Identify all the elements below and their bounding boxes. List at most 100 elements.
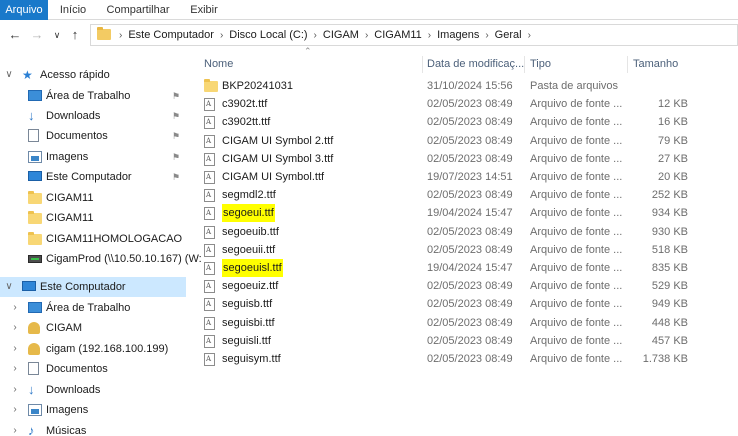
nav-item[interactable]: › cigam (192.168.100.199) xyxy=(0,339,186,359)
file-type: Arquivo de fonte ... xyxy=(530,317,623,329)
file-row[interactable]: CIGAM UI Symbol 2.ttf 02/05/2023 08:49 Arq… xyxy=(196,132,738,150)
chevron-right-icon[interactable]: › xyxy=(10,421,20,436)
file-row[interactable]: segmdl2.ttf 02/05/2023 08:49 Arquivo de fo… xyxy=(196,186,738,204)
address-bar[interactable]: › Este Computador › Disco Local (C:) › CIGAM ›… xyxy=(90,24,738,46)
nav-item-label: Downloads xyxy=(46,384,101,396)
file-row[interactable]: segoeuii.ttf 02/05/2023 08:49 Arquivo de f… xyxy=(196,241,738,259)
chevron-right-icon[interactable]: › xyxy=(10,339,20,359)
file-row[interactable]: seguisym.ttf 02/05/2023 08:49 Arquivo de f… xyxy=(196,350,738,368)
desktop-icon xyxy=(28,302,42,313)
file-type: Arquivo de fonte ... xyxy=(530,262,623,274)
column-divider[interactable] xyxy=(627,56,628,73)
file-type: Arquivo de fonte ... xyxy=(530,280,623,292)
file-date: 19/04/2024 15:47 xyxy=(427,207,513,219)
font-file-icon xyxy=(204,244,215,257)
chevron-right-icon[interactable]: › xyxy=(359,30,374,41)
file-date: 02/05/2023 08:49 xyxy=(427,98,513,110)
file-size: 20 KB xyxy=(658,171,688,183)
file-date: 02/05/2023 08:49 xyxy=(427,353,513,365)
nav-item[interactable]: › Imagens xyxy=(0,400,186,420)
nav-item[interactable]: ∨ Este Computador xyxy=(0,277,186,297)
file-row[interactable]: segoeui.ttf 19/04/2024 15:47 Arquivo de fo… xyxy=(196,204,738,222)
up-button[interactable]: ↑ xyxy=(66,24,84,46)
nav-item[interactable]: Documentos ⚑ xyxy=(0,126,186,146)
arrow-up-icon: ↑ xyxy=(71,27,79,42)
file-row[interactable]: c3902t.ttf 02/05/2023 08:49 Arquivo de fon… xyxy=(196,95,738,113)
file-row[interactable]: BKP20241031 31/10/2024 15:56 Pasta de arqu… xyxy=(196,77,738,95)
chevron-right-icon[interactable]: › xyxy=(214,30,229,41)
column-header-type[interactable]: Tipo xyxy=(530,56,551,73)
recent-locations-button[interactable]: ∨ xyxy=(48,24,66,46)
nav-item[interactable]: › ↓ Downloads xyxy=(0,380,186,400)
nav-item[interactable]: › CIGAM xyxy=(0,318,186,338)
chevron-right-icon[interactable]: › xyxy=(10,359,20,379)
file-name: segoeuib.ttf xyxy=(222,226,279,238)
file-name: segoeuii.ttf xyxy=(222,244,276,256)
chevron-right-icon[interactable]: › xyxy=(10,400,20,420)
tab-exibir[interactable]: Exibir xyxy=(182,0,226,20)
nav-item[interactable]: › Documentos xyxy=(0,359,186,379)
file-size: 518 KB xyxy=(651,244,688,256)
file-date: 02/05/2023 08:49 xyxy=(427,226,513,238)
chevron-down-icon[interactable]: ∨ xyxy=(4,277,14,297)
file-size: 12 KB xyxy=(658,98,688,110)
chevron-right-icon[interactable]: › xyxy=(308,30,323,41)
nav-item[interactable]: CIGAM11HOMOLOGACAO xyxy=(0,229,186,249)
breadcrumb-item[interactable]: CIGAM xyxy=(323,29,359,41)
chevron-right-icon[interactable]: › xyxy=(10,318,20,338)
nav-item[interactable]: ∨ ★ Acesso rápido xyxy=(0,65,186,85)
chevron-right-icon[interactable]: › xyxy=(522,30,537,41)
forward-button[interactable]: → xyxy=(28,24,46,46)
nav-item[interactable]: Área de Trabalho ⚑ xyxy=(0,86,186,106)
breadcrumb-item[interactable]: Geral xyxy=(495,29,522,41)
chevron-right-icon[interactable]: › xyxy=(422,30,437,41)
back-button[interactable]: ← xyxy=(6,24,24,46)
column-divider[interactable] xyxy=(422,56,423,73)
file-row[interactable]: segoeuisl.ttf 19/04/2024 15:47 Arquivo de … xyxy=(196,259,738,277)
font-file-icon xyxy=(204,226,215,239)
network-drive-icon xyxy=(28,255,42,263)
nav-item[interactable]: CigamProd (\\10.50.10.167) (W: xyxy=(0,249,202,269)
breadcrumb-item[interactable]: Este Computador xyxy=(128,29,214,41)
file-row[interactable]: c3902tt.ttf 02/05/2023 08:49 Arquivo de fo… xyxy=(196,113,738,131)
chevron-right-icon[interactable]: › xyxy=(10,380,20,400)
nav-item-label: Este Computador xyxy=(40,281,126,293)
file-row[interactable]: seguisli.ttf 02/05/2023 08:49 Arquivo de f… xyxy=(196,332,738,350)
nav-item-label: Área de Trabalho xyxy=(46,302,131,314)
file-row[interactable]: CIGAM UI Symbol 3.ttf 02/05/2023 08:49 Arq… xyxy=(196,150,738,168)
chevron-right-icon[interactable]: › xyxy=(479,30,494,41)
column-divider[interactable] xyxy=(524,56,525,73)
nav-item[interactable]: › ♪ Músicas xyxy=(0,421,186,436)
breadcrumb-item[interactable]: CIGAM11 xyxy=(374,29,421,41)
breadcrumb-item[interactable]: Imagens xyxy=(437,29,479,41)
tab-arquivo[interactable]: Arquivo xyxy=(0,0,48,20)
nav-item-label: CIGAM11 xyxy=(46,192,94,204)
file-row[interactable]: seguisbi.ttf 02/05/2023 08:49 Arquivo de f… xyxy=(196,314,738,332)
chevron-right-icon[interactable]: › xyxy=(10,298,20,318)
nav-item[interactable]: › Área de Trabalho xyxy=(0,298,186,318)
font-file-icon xyxy=(204,171,215,184)
file-row[interactable]: seguisb.ttf 02/05/2023 08:49 Arquivo de fo… xyxy=(196,295,738,313)
pin-icon: ⚑ xyxy=(172,91,181,101)
file-row[interactable]: CIGAM UI Symbol.ttf 19/07/2023 14:51 Arqui… xyxy=(196,168,738,186)
nav-item[interactable]: ↓ Downloads ⚑ xyxy=(0,106,186,126)
column-header-name[interactable]: Nome xyxy=(204,56,233,73)
file-date: 02/05/2023 08:49 xyxy=(427,116,513,128)
column-header-date[interactable]: Data de modificaç... xyxy=(427,56,524,73)
nav-item[interactable]: CIGAM11 xyxy=(0,208,186,228)
nav-item[interactable]: CIGAM11 xyxy=(0,188,186,208)
file-size: 835 KB xyxy=(651,262,688,274)
file-row[interactable]: segoeuib.ttf 02/05/2023 08:49 Arquivo de f… xyxy=(196,223,738,241)
file-row[interactable]: segoeuiz.ttf 02/05/2023 08:49 Arquivo de f… xyxy=(196,277,738,295)
arrow-left-icon: ← xyxy=(8,27,22,42)
nav-item[interactable]: Este Computador ⚑ xyxy=(0,167,186,187)
tab-inicio[interactable]: Início xyxy=(52,0,94,20)
chevron-down-icon[interactable]: ∨ xyxy=(4,65,14,85)
file-size: 16 KB xyxy=(658,116,688,128)
column-header-size[interactable]: Tamanho xyxy=(633,56,678,73)
user-folder-icon xyxy=(28,343,40,355)
nav-item[interactable]: Imagens ⚑ xyxy=(0,147,186,167)
breadcrumb-item[interactable]: Disco Local (C:) xyxy=(229,29,307,41)
file-name: segoeuisl.ttf xyxy=(222,259,283,277)
tab-compartilhar[interactable]: Compartilhar xyxy=(100,0,176,20)
